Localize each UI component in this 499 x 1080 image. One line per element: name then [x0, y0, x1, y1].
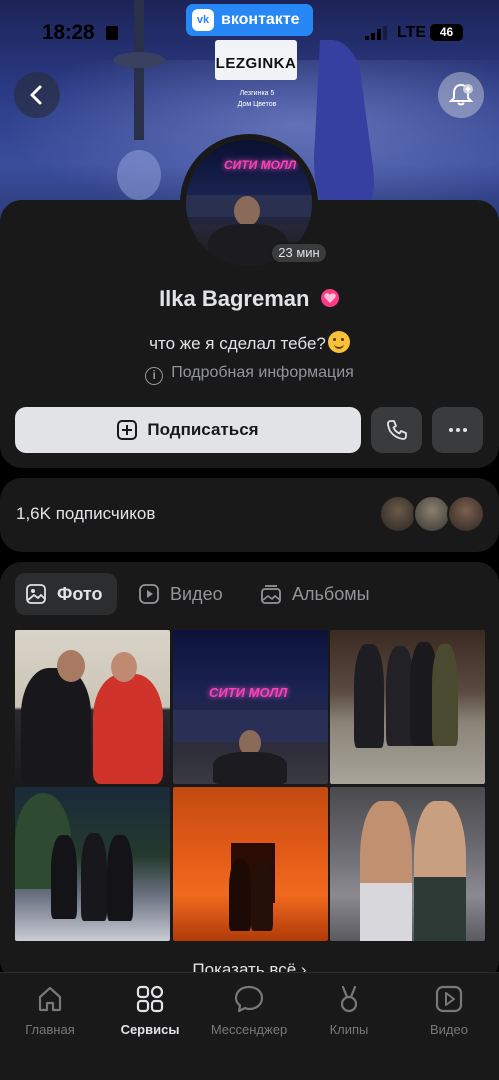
status-bar: 18:28 vk вконтакте LTE 46 — [0, 4, 499, 48]
tab-messenger-label: Мессенджер — [210, 1022, 288, 1037]
more-dots-icon — [448, 428, 467, 432]
photo-thumbnail[interactable] — [15, 787, 170, 941]
phone-icon — [386, 420, 407, 440]
services-icon — [136, 985, 164, 1013]
vk-logo-icon: vk — [192, 9, 214, 31]
chevron-left-icon — [30, 85, 42, 105]
app-pill[interactable]: vk вконтакте — [186, 4, 313, 36]
tab-clips[interactable]: Клипы — [299, 981, 399, 1037]
photo-thumbnail[interactable] — [330, 787, 485, 941]
app-pill-label: вконтакте — [221, 11, 300, 28]
bell-plus-icon — [448, 83, 474, 106]
subscribe-label: Подписаться — [147, 420, 259, 439]
albums-icon — [261, 585, 281, 604]
back-button[interactable] — [14, 72, 60, 118]
video-icon — [435, 985, 463, 1013]
follower-avatar — [413, 495, 451, 533]
photo-thumbnail[interactable] — [330, 630, 485, 784]
more-button[interactable] — [432, 407, 483, 453]
photo-thumbnail[interactable] — [15, 630, 170, 784]
tab-albums[interactable]: Альбомы — [250, 573, 382, 615]
status-time: 18:28 — [42, 21, 95, 44]
tab-photo-label: Фото — [57, 583, 103, 604]
screen-lock-icon — [106, 26, 118, 40]
emoji-icon — [327, 331, 350, 353]
profile-name-row: Ilka Bagreman — [0, 286, 499, 312]
clips-icon — [340, 985, 358, 1013]
tab-services[interactable]: Сервисы — [100, 981, 200, 1037]
follower-avatar — [447, 495, 485, 533]
network-type: LTE — [397, 24, 427, 41]
more-info-label: Подробная информация — [171, 364, 354, 381]
plus-square-icon — [117, 420, 138, 440]
media-card: Фото Видео Альбомы СИТИ МОЛЛ Показать вс… — [0, 562, 499, 982]
home-icon — [38, 986, 62, 1012]
bottom-tab-bar: Главная Сервисы Мессенджер Клипы Видео — [0, 972, 499, 1080]
followers-count: 1,6K подписчиков — [16, 504, 156, 523]
photo-thumbnail[interactable]: СИТИ МОЛЛ — [173, 630, 328, 784]
profile-status-text: что же я сделал тебе? — [149, 334, 326, 353]
tab-albums-label: Альбомы — [292, 583, 370, 604]
notifications-subscribe-button[interactable] — [438, 72, 484, 118]
more-info-link[interactable]: i Подробная информация — [0, 364, 499, 385]
video-icon — [139, 584, 159, 604]
tab-video-nav[interactable]: Видео — [399, 981, 499, 1037]
tab-home[interactable]: Главная — [0, 981, 100, 1037]
tab-clips-label: Клипы — [329, 1022, 369, 1037]
tab-video[interactable]: Видео — [128, 573, 235, 615]
tab-video-label: Видео — [170, 583, 223, 604]
avatar-face — [234, 196, 260, 226]
online-badge: 23 мин — [270, 242, 328, 264]
info-icon: i — [145, 367, 164, 385]
photo-neon-sign: СИТИ МОЛЛ — [209, 685, 288, 700]
cover-sign-sub: Лезгинка 5 Дом Цветов — [237, 90, 277, 108]
avatar-neon-sign: СИТИ МОЛЛ — [224, 158, 297, 172]
tab-video-label: Видео — [430, 1022, 468, 1037]
subscribe-button[interactable]: Подписаться — [15, 407, 361, 453]
messenger-icon — [234, 985, 264, 1013]
battery-icon: 46 — [430, 24, 463, 41]
photo-thumbnail[interactable] — [173, 787, 328, 941]
signal-icon — [365, 26, 387, 40]
call-button[interactable] — [371, 407, 422, 453]
tab-photo[interactable]: Фото — [15, 573, 117, 615]
follower-avatar — [379, 495, 417, 533]
tab-home-label: Главная — [25, 1022, 75, 1037]
followers-card[interactable]: 1,6K подписчиков — [0, 478, 499, 552]
heart-badge-icon[interactable] — [320, 288, 340, 308]
profile-status: что же я сделал тебе? — [0, 331, 499, 354]
profile-name: Ilka Bagreman — [159, 286, 310, 311]
tab-messenger[interactable]: Мессенджер — [199, 981, 299, 1037]
photo-icon — [26, 584, 46, 604]
tab-services-label: Сервисы — [120, 1022, 180, 1037]
